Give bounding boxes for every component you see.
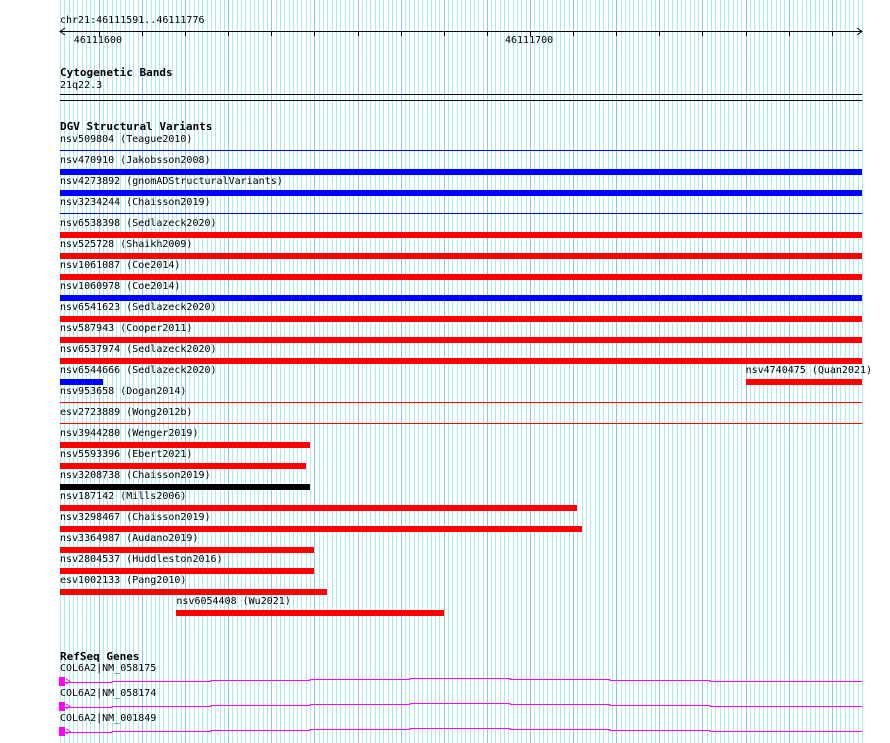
variant-label[interactable]: nsv5593396 (Ebert2021) <box>60 449 192 461</box>
variant-label[interactable]: nsv187142 (Mills2006) <box>60 491 186 503</box>
variant-bar[interactable] <box>60 190 862 196</box>
variant-label[interactable]: esv2723889 (Wong2012b) <box>60 407 192 419</box>
variant-bar[interactable] <box>60 169 862 175</box>
variant-bar[interactable] <box>60 253 862 259</box>
variant-bar[interactable] <box>60 295 862 301</box>
variant-label[interactable]: nsv6544666 (Sedlazeck2020) <box>60 365 217 377</box>
cyto-band-label: 21q22.3 <box>60 80 103 91</box>
variant-label[interactable]: nsv953658 (Dogan2014) <box>60 386 186 398</box>
variant-bar[interactable] <box>60 316 862 322</box>
variant-line[interactable] <box>60 402 862 403</box>
variant-bar[interactable] <box>60 505 578 511</box>
variant-label[interactable]: nsv525728 (Shaikh2009) <box>60 239 192 251</box>
strand-arrow-icon <box>65 728 71 735</box>
variant-bar[interactable] <box>60 442 311 448</box>
variant-label[interactable]: nsv6537974 (Sedlazeck2020) <box>60 344 217 356</box>
variant-label[interactable]: nsv3208738 (Chaisson2019) <box>60 470 211 482</box>
gene-model[interactable] <box>0 675 890 689</box>
variant-label[interactable]: nsv2804537 (Huddleston2016) <box>60 554 223 566</box>
intron-line <box>62 728 862 733</box>
gene-label[interactable]: COL6A2|NM_058174 <box>60 688 156 700</box>
ruler-position-label: 46111700 <box>504 35 554 46</box>
ruler[interactable] <box>0 24 890 38</box>
intron-line <box>62 678 862 683</box>
cyto-band-top <box>60 94 862 95</box>
variant-bar[interactable] <box>176 610 444 616</box>
intron-line <box>62 703 862 708</box>
strand-arrow-icon <box>65 678 71 685</box>
variant-bar[interactable] <box>60 232 862 238</box>
variant-bar[interactable] <box>60 358 862 364</box>
variant-label[interactable]: nsv4273892 (gnomADStructuralVariants) <box>60 176 283 188</box>
variant-label[interactable]: nsv3298467 (Chaisson2019) <box>60 512 211 524</box>
variant-label[interactable]: nsv3944280 (Wenger2019) <box>60 428 198 440</box>
variant-label[interactable]: nsv6054408 (Wu2021) <box>176 596 290 608</box>
refseq-track-title: RefSeq Genes <box>60 650 140 663</box>
variant-bar[interactable] <box>60 547 315 553</box>
ruler-position-label: 46111600 <box>73 35 122 46</box>
variant-bar[interactable] <box>60 484 311 490</box>
variant-line[interactable] <box>60 213 862 214</box>
gene-model[interactable] <box>0 725 890 739</box>
variant-label[interactable]: nsv509804 (Teague2010) <box>60 134 192 146</box>
variant-label[interactable]: nsv3364987 (Audano2019) <box>60 533 198 545</box>
variant-line[interactable] <box>60 150 862 151</box>
variant-label[interactable]: nsv1060978 (Coe2014) <box>60 281 180 293</box>
variant-bar[interactable] <box>60 463 306 469</box>
variant-bar[interactable] <box>60 337 862 343</box>
variant-bar[interactable] <box>60 379 104 385</box>
variant-label[interactable]: nsv4740475 (Quan2021) <box>746 365 872 377</box>
cyto-band-bottom <box>60 100 862 101</box>
gene-label[interactable]: COL6A2|NM_001849 <box>60 713 156 725</box>
variant-label[interactable]: nsv6538398 (Sedlazeck2020) <box>60 218 217 230</box>
variant-bar[interactable] <box>60 589 328 595</box>
dgv-track-title: DGV Structural Variants <box>60 120 213 133</box>
variant-label[interactable]: esv1002133 (Pang2010) <box>60 575 186 587</box>
exon-box <box>59 727 65 736</box>
variant-label[interactable]: nsv470910 (Jakobsson2008) <box>60 155 211 167</box>
exon-box <box>59 677 65 686</box>
variant-line[interactable] <box>60 423 862 424</box>
gene-label[interactable]: COL6A2|NM_058175 <box>60 663 156 675</box>
cytogenetic-bands-title: Cytogenetic Bands <box>60 66 173 79</box>
gene-model[interactable] <box>0 700 890 714</box>
variant-bar[interactable] <box>745 379 862 385</box>
exon-box <box>59 702 65 711</box>
variant-label[interactable]: nsv1061087 (Coe2014) <box>60 260 180 272</box>
variant-bar[interactable] <box>60 274 862 280</box>
variant-label[interactable]: nsv3234244 (Chaisson2019) <box>60 197 211 209</box>
variant-bar[interactable] <box>60 568 315 574</box>
variant-label[interactable]: nsv6541623 (Sedlazeck2020) <box>60 302 217 314</box>
variant-bar[interactable] <box>60 526 582 532</box>
variant-label[interactable]: nsv587943 (Cooper2011) <box>60 323 192 335</box>
strand-arrow-icon <box>65 703 71 710</box>
